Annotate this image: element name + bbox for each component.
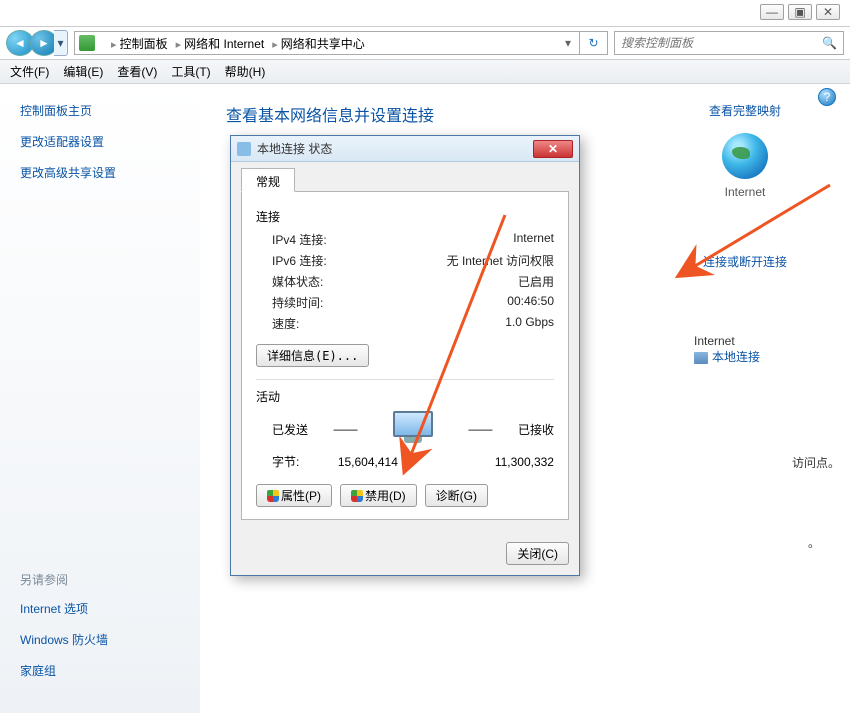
search-box[interactable]: 🔍: [614, 31, 844, 55]
menu-tools[interactable]: 工具(T): [171, 63, 210, 80]
sidebar: 控制面板主页 更改适配器设置 更改高级共享设置 另请参阅 Internet 选项…: [0, 84, 200, 713]
menu-view[interactable]: 查看(V): [117, 63, 157, 80]
tab-strip: 常规: [241, 168, 569, 192]
network-adapter-icon: [694, 352, 708, 364]
label-bytes: 字节:: [272, 453, 299, 470]
search-icon[interactable]: 🔍: [822, 36, 837, 50]
address-dropdown-icon[interactable]: ▾: [561, 36, 575, 50]
address-bar[interactable]: 控制面板 网络和 Internet 网络和共享中心 ▾: [74, 31, 580, 55]
see-also-firewall[interactable]: Windows 防火墙: [20, 631, 108, 648]
dialog-titlebar[interactable]: 本地连接 状态 ✕: [231, 136, 579, 162]
section-connection: 连接: [256, 208, 554, 225]
see-also-internet-options[interactable]: Internet 选项: [20, 600, 108, 617]
menu-edit[interactable]: 编辑(E): [63, 63, 103, 80]
shield-icon: [351, 490, 363, 502]
label-sent: 已发送: [272, 421, 308, 438]
connection-status-dialog: 本地连接 状态 ✕ 常规 连接 IPv4 连接: Internet IPv6 连接…: [230, 135, 580, 576]
value-recv-bytes: 11,300,332: [495, 455, 554, 469]
value-speed: 1.0 Gbps: [505, 315, 554, 332]
section-activity: 活动: [256, 388, 554, 405]
partial-text: 访问点。: [792, 454, 840, 471]
local-connection-link[interactable]: 本地连接: [712, 350, 760, 364]
menu-file[interactable]: 文件(F): [10, 63, 49, 80]
label-speed: 速度:: [272, 315, 299, 332]
tab-general[interactable]: 常规: [241, 168, 295, 192]
diagnose-button[interactable]: 诊断(G): [425, 484, 488, 507]
disable-button[interactable]: 禁用(D): [340, 484, 417, 507]
navigation-bar: ◄ ► ▾ 控制面板 网络和 Internet 网络和共享中心 ▾ ↻ 🔍: [0, 26, 850, 60]
connection-internet-label: Internet 本地连接: [694, 334, 760, 365]
breadcrumb[interactable]: 网络和 Internet: [172, 35, 269, 52]
search-input[interactable]: [621, 36, 822, 50]
value-duration: 00:46:50: [507, 294, 554, 311]
window-min-button[interactable]: —: [760, 4, 784, 20]
sidebar-sharing-settings[interactable]: 更改高级共享设置: [20, 164, 180, 181]
dialog-icon: [237, 142, 251, 156]
label-ipv4: IPv4 连接:: [272, 231, 327, 248]
internet-text: Internet: [694, 334, 760, 348]
window-close-button[interactable]: ✕: [816, 4, 840, 20]
tab-panel-general: 连接 IPv4 连接: Internet IPv6 连接: 无 Internet 访…: [241, 192, 569, 520]
label-ipv6: IPv6 连接:: [272, 252, 327, 269]
dialog-title: 本地连接 状态: [257, 140, 533, 157]
label-media: 媒体状态:: [272, 273, 323, 290]
activity-monitor-icon: [388, 411, 438, 447]
close-button[interactable]: 关闭(C): [506, 542, 569, 565]
internet-label: Internet: [670, 185, 820, 199]
connect-disconnect-link[interactable]: 连接或断开连接: [670, 253, 820, 270]
control-panel-icon: [79, 35, 95, 51]
see-also-section: 另请参阅 Internet 选项 Windows 防火墙 家庭组: [20, 571, 108, 693]
menu-bar: 文件(F) 编辑(E) 查看(V) 工具(T) 帮助(H): [0, 60, 850, 84]
value-ipv6: 无 Internet 访问权限: [447, 252, 554, 269]
see-also-heading: 另请参阅: [20, 571, 108, 588]
internet-globe-icon: [722, 133, 768, 179]
shield-icon: [267, 490, 279, 502]
sidebar-adapter-settings[interactable]: 更改适配器设置: [20, 133, 180, 150]
view-full-map-link[interactable]: 查看完整映射: [670, 102, 820, 119]
dialog-close-button[interactable]: ✕: [533, 140, 573, 158]
value-media: 已启用: [518, 273, 554, 290]
refresh-button[interactable]: ↻: [580, 31, 608, 55]
see-also-homegroup[interactable]: 家庭组: [20, 662, 108, 679]
label-duration: 持续时间:: [272, 294, 323, 311]
window-max-button[interactable]: ▣: [788, 4, 812, 20]
menu-help[interactable]: 帮助(H): [225, 63, 266, 80]
network-map-column: 查看完整映射 Internet 连接或断开连接: [670, 102, 820, 284]
label-received: 已接收: [518, 421, 554, 438]
properties-button[interactable]: 属性(P): [256, 484, 332, 507]
value-sent-bytes: 15,604,414: [338, 455, 398, 469]
breadcrumb[interactable]: 控制面板: [107, 35, 172, 52]
breadcrumb[interactable]: 网络和共享中心: [268, 35, 369, 52]
value-ipv4: Internet: [513, 231, 554, 248]
partial-text-2: 。: [808, 534, 820, 551]
details-button[interactable]: 详细信息(E)...: [256, 344, 369, 367]
nav-history-dropdown[interactable]: ▾: [54, 30, 68, 56]
sidebar-home[interactable]: 控制面板主页: [20, 102, 180, 119]
